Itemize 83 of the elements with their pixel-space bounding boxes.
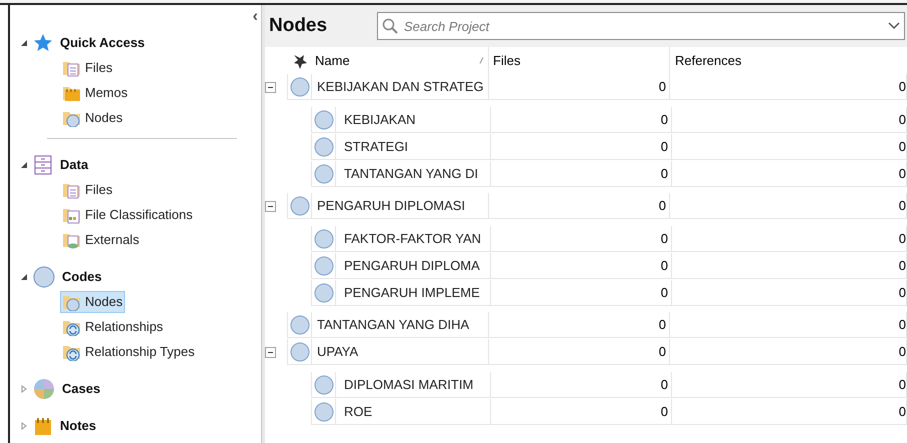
table-cell: 0 [491, 226, 672, 252]
node-icon [290, 314, 310, 334]
table-cell: 0 [491, 161, 672, 187]
name-cell[interactable]: PENGARUH DIPLOMA [336, 253, 491, 279]
column-header[interactable]: References [670, 47, 907, 74]
nav-item[interactable]: File Classifications [60, 204, 195, 226]
node-icon [290, 342, 310, 362]
section-heading[interactable]: Codes [62, 267, 102, 287]
expanded-arrow-icon[interactable] [20, 273, 28, 281]
dropdown-caret-icon[interactable] [888, 22, 900, 30]
table-cell: 0 [491, 372, 672, 398]
notepad-icon [33, 416, 53, 436]
table-cell: 0 [489, 312, 670, 338]
collapse-pane-button[interactable]: ‹ [252, 9, 258, 25]
table-cell: 0 [489, 74, 670, 100]
section-heading[interactable]: Quick Access [60, 33, 145, 53]
name-cell[interactable]: PENGARUH DIPLOMASI [312, 193, 489, 219]
table-cell: 0 [489, 339, 670, 365]
table-cell: 0 [670, 74, 907, 100]
node-icon [290, 196, 310, 216]
node-icon [314, 402, 334, 422]
node-icon [314, 136, 334, 156]
node-icon [314, 282, 334, 302]
table-cell: 0 [672, 134, 907, 160]
name-cell[interactable]: DIPLOMASI MARITIM [336, 372, 491, 398]
name-cell[interactable]: KEBIJAKAN [336, 107, 491, 133]
sort-icon [479, 57, 484, 64]
node-icon [314, 256, 334, 276]
nav-item[interactable]: Files [60, 178, 114, 200]
table-cell: 0 [672, 161, 907, 187]
table-cell: 0 [670, 312, 907, 338]
name-cell[interactable]: KEBIJAKAN DAN STRATEG [312, 74, 489, 100]
table-cell: 0 [672, 399, 907, 425]
collapsed-arrow-icon[interactable] [20, 385, 28, 393]
collapse-icon[interactable] [265, 347, 276, 358]
collapse-icon[interactable] [265, 82, 276, 93]
nav-item[interactable]: Nodes [60, 106, 125, 128]
name-cell[interactable]: TANTANGAN YANG DI [336, 161, 491, 187]
expanded-arrow-icon[interactable] [20, 161, 28, 169]
star-icon [33, 33, 53, 53]
table-cell: 0 [672, 280, 907, 306]
pin-icon[interactable] [292, 52, 308, 68]
nav-item[interactable]: Relationships [60, 316, 166, 338]
node-icon [314, 228, 334, 248]
nav-item[interactable]: Memos [60, 82, 130, 104]
name-cell[interactable]: UPAYA [312, 339, 489, 365]
table-cell: 0 [670, 193, 907, 219]
node-icon [314, 110, 334, 130]
cabinet-icon [33, 155, 53, 175]
node-icon [314, 164, 334, 184]
section-heading[interactable]: Data [60, 155, 88, 175]
table-cell: 0 [491, 253, 672, 279]
table-cell: 0 [672, 253, 907, 279]
name-cell[interactable]: STRATEGI [336, 134, 491, 160]
table-cell: 0 [672, 226, 907, 252]
nav-item[interactable]: Files [60, 56, 114, 78]
table-cell: 0 [491, 280, 672, 306]
circle-icon [33, 266, 55, 288]
search-icon [382, 18, 398, 34]
expanded-arrow-icon[interactable] [20, 39, 28, 47]
table-cell: 0 [491, 134, 672, 160]
section-heading[interactable]: Cases [62, 379, 100, 399]
nav-item[interactable]: Nodes [60, 290, 125, 312]
table-cell: 0 [672, 107, 907, 133]
table-cell: 0 [489, 193, 670, 219]
name-cell[interactable]: PENGARUH IMPLEME [336, 280, 491, 306]
search-field[interactable]: Search Project [377, 12, 905, 40]
name-cell[interactable]: FAKTOR-FAKTOR YAN [336, 226, 491, 252]
pie-icon [33, 378, 55, 400]
collapsed-arrow-icon[interactable] [20, 422, 28, 430]
nav-item[interactable]: Relationship Types [60, 340, 197, 362]
node-icon [290, 76, 310, 96]
name-cell[interactable]: ROE [336, 399, 491, 425]
collapse-icon[interactable] [265, 201, 276, 212]
section-heading[interactable]: Notes [60, 416, 96, 436]
table-cell: 0 [670, 339, 907, 365]
table-cell: 0 [491, 399, 672, 425]
node-icon [314, 374, 334, 394]
name-cell[interactable]: TANTANGAN YANG DIHA [312, 312, 489, 338]
table-cell: 0 [491, 107, 672, 133]
table-cell: 0 [672, 372, 907, 398]
nav-item[interactable]: Externals [60, 228, 142, 250]
panel-title: Nodes [269, 14, 328, 38]
